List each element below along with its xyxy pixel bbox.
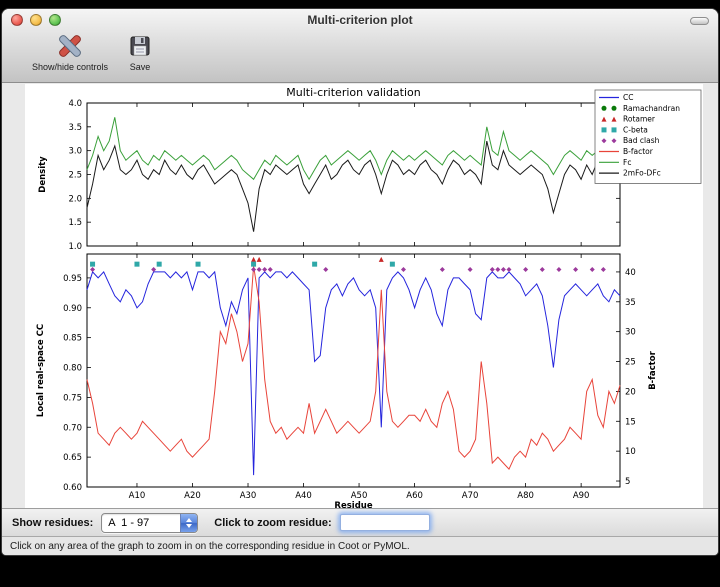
floppy-disk-icon: [128, 34, 152, 60]
zoom-residue-input[interactable]: [340, 514, 430, 531]
plot-canvas[interactable]: 4.0 3.5 3.0 2.5 2.0 1.5 1.0 0.95 0.90 0.85 0.80 0.7…: [25, 84, 703, 508]
svg-text:15: 15: [625, 417, 636, 427]
svg-text:1.5: 1.5: [68, 218, 82, 228]
residue-range-select[interactable]: A 1 - 97: [101, 513, 198, 533]
svg-text:2.5: 2.5: [68, 171, 82, 181]
svg-text:A90: A90: [573, 491, 590, 501]
save-label: Save: [130, 62, 151, 72]
svg-text:1.0: 1.0: [68, 242, 82, 252]
svg-text:0.75: 0.75: [63, 393, 82, 403]
svg-text:A40: A40: [295, 491, 312, 501]
window-header: Multi-criterion plot Show/hide controls: [2, 9, 718, 83]
svg-text:A30: A30: [240, 491, 257, 501]
svg-text:5: 5: [625, 477, 630, 487]
svg-text:A10: A10: [129, 491, 146, 501]
save-button[interactable]: Save: [128, 34, 152, 72]
svg-text:Residue: Residue: [334, 501, 372, 508]
svg-text:A70: A70: [462, 491, 479, 501]
status-text: Click on any area of the graph to zoom i…: [10, 541, 410, 552]
svg-text:0.65: 0.65: [63, 453, 82, 463]
svg-text:0.85: 0.85: [63, 334, 82, 344]
svg-text:35: 35: [625, 298, 636, 308]
window-title: Multi-criterion plot: [2, 13, 718, 27]
svg-text:A80: A80: [517, 491, 534, 501]
show-residues-label: Show residues:: [12, 517, 93, 529]
svg-text:A20: A20: [184, 491, 201, 501]
svg-text:25: 25: [625, 358, 636, 368]
svg-text:Rotamer: Rotamer: [623, 115, 656, 124]
toolbar: Show/hide controls Save: [32, 34, 152, 72]
svg-text:B-factor: B-factor: [648, 350, 658, 389]
svg-text:0.95: 0.95: [63, 274, 82, 284]
svg-text:10: 10: [625, 447, 636, 457]
controls-bar: Show residues: A 1 - 97 Click to zoom re…: [2, 508, 718, 536]
status-bar: Click on any area of the graph to zoom i…: [2, 536, 718, 555]
svg-text:0.70: 0.70: [63, 423, 82, 433]
svg-text:2.0: 2.0: [68, 194, 82, 204]
svg-text:Ramachandran: Ramachandran: [623, 104, 680, 113]
plot-panel: 4.0 3.5 3.0 2.5 2.0 1.5 1.0 0.95 0.90 0.85 0.80 0.7…: [2, 83, 718, 508]
svg-text:40: 40: [625, 268, 636, 278]
svg-text:Local real-space CC: Local real-space CC: [36, 324, 46, 417]
svg-text:30: 30: [625, 328, 636, 338]
svg-text:Density: Density: [38, 156, 48, 193]
svg-text:B-factor: B-factor: [623, 147, 654, 156]
svg-text:A60: A60: [406, 491, 423, 501]
svg-text:2mFo-DFc: 2mFo-DFc: [623, 169, 661, 178]
svg-text:4.0: 4.0: [68, 99, 82, 109]
svg-text:0.60: 0.60: [63, 483, 82, 493]
svg-text:3.5: 3.5: [68, 123, 82, 133]
svg-text:3.0: 3.0: [68, 147, 82, 157]
svg-text:0.90: 0.90: [63, 304, 82, 314]
multi-criterion-plot-window: Multi-criterion plot Show/hide controls: [1, 8, 719, 556]
zoom-residue-label: Click to zoom residue:: [214, 517, 331, 529]
show-hide-controls-label: Show/hide controls: [32, 62, 108, 72]
toolbar-toggle-button[interactable]: [690, 17, 709, 25]
crossed-tools-icon: [58, 34, 82, 60]
svg-text:C-beta: C-beta: [623, 125, 648, 134]
titlebar[interactable]: Multi-criterion plot: [2, 9, 718, 31]
svg-text:Fc: Fc: [623, 158, 631, 167]
svg-text:20: 20: [625, 387, 636, 397]
svg-text:CC: CC: [623, 93, 633, 102]
svg-text:Multi-criterion validation: Multi-criterion validation: [286, 86, 421, 99]
residue-range-value: A 1 - 97: [102, 514, 180, 532]
stepper-arrows-icon: [180, 514, 197, 532]
show-hide-controls-button[interactable]: Show/hide controls: [32, 34, 108, 72]
svg-text:Bad clash: Bad clash: [623, 136, 660, 145]
svg-text:0.80: 0.80: [63, 364, 82, 374]
svg-text:A50: A50: [351, 491, 368, 501]
